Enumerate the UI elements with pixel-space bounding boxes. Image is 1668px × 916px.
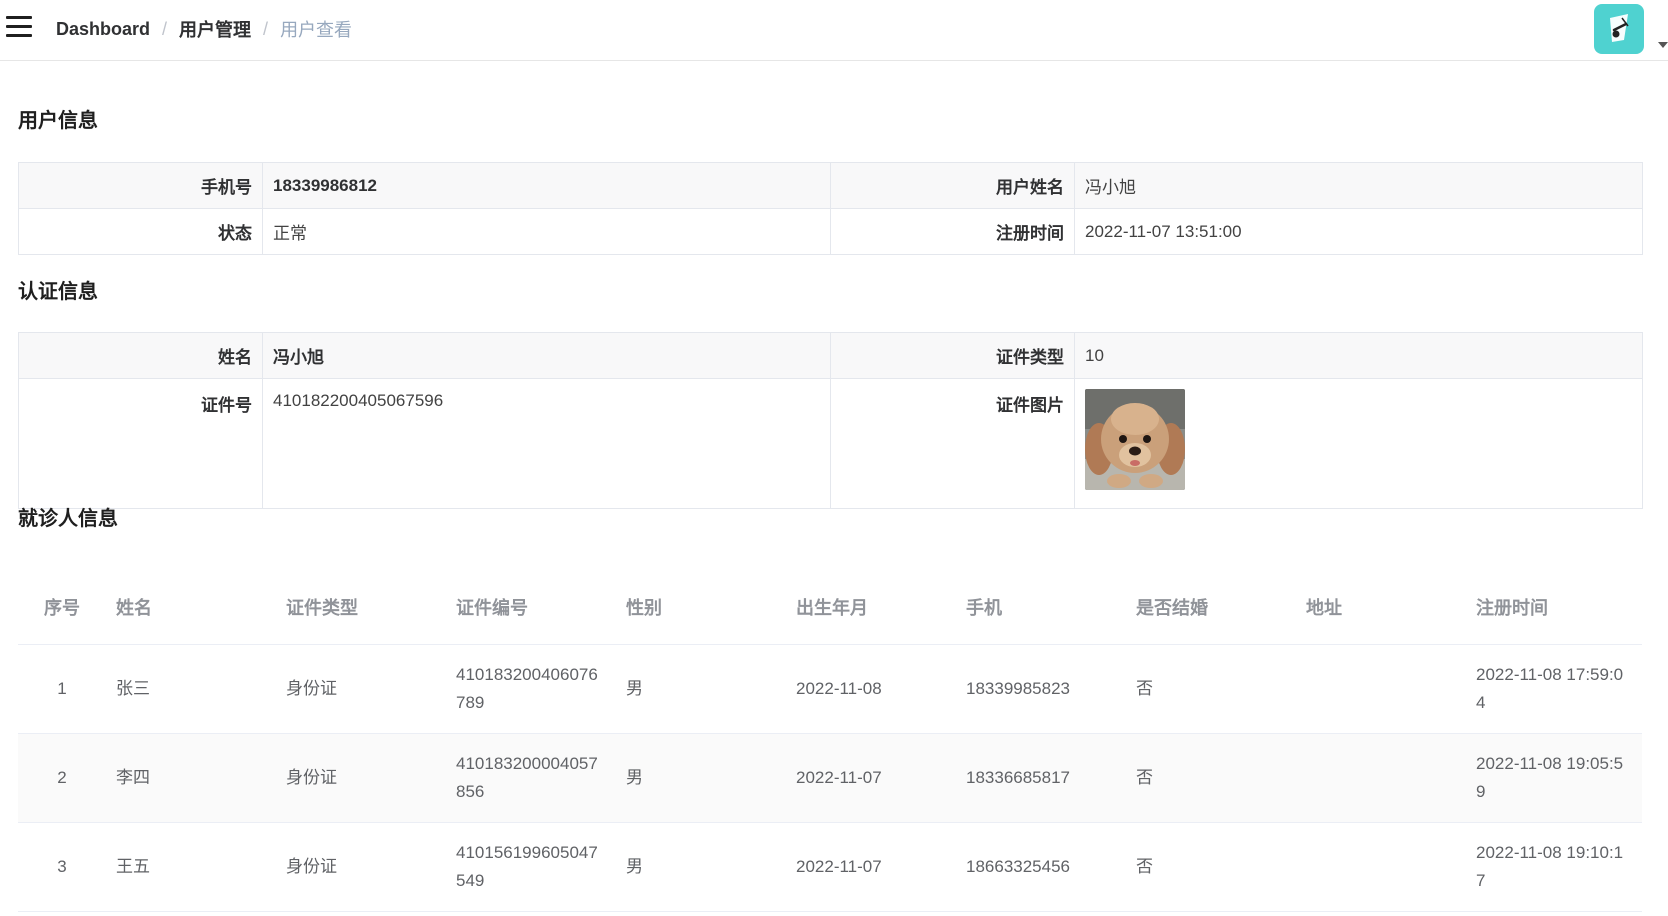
- cell-name: 张三: [106, 644, 276, 734]
- cert-no-label: 证件号: [18, 378, 263, 509]
- cell-name: 王五: [106, 822, 276, 912]
- col-address: 地址: [1296, 571, 1466, 645]
- col-cert-no: 证件编号: [446, 571, 616, 645]
- auth-info-title: 认证信息: [18, 281, 98, 303]
- cell-phone: 18663325456: [956, 822, 1126, 912]
- register-time-value: 2022-11-07 13:51:00: [1074, 208, 1643, 255]
- col-married: 是否结婚: [1126, 571, 1296, 645]
- patients-table: 序号 姓名 证件类型 证件编号 性别 出生年月 手机 是否结婚 地址 注册时间 …: [18, 571, 1642, 912]
- col-register-time: 注册时间: [1466, 571, 1642, 645]
- cell-married: 否: [1126, 733, 1296, 823]
- breadcrumb-user-management[interactable]: 用户管理: [179, 16, 251, 42]
- cell-sex: 男: [616, 733, 786, 823]
- cell-index: 2: [18, 733, 106, 823]
- status-label: 状态: [18, 208, 263, 255]
- cell-sex: 男: [616, 822, 786, 912]
- col-cert-type: 证件类型: [276, 571, 446, 645]
- col-name: 姓名: [106, 571, 276, 645]
- avatar-image: [1610, 14, 1629, 42]
- auth-info-table: 姓名 冯小旭 证件类型 10 证件号 410182200405067596 证件…: [18, 332, 1643, 509]
- cell-register-time: 2022-11-08 19:10:17: [1466, 822, 1642, 912]
- cell-sex: 男: [616, 644, 786, 734]
- user-name-label: 用户姓名: [830, 162, 1075, 209]
- id-photo[interactable]: [1085, 389, 1185, 490]
- auth-name-label: 姓名: [18, 332, 263, 379]
- cell-index: 3: [18, 822, 106, 912]
- breadcrumb: Dashboard / 用户管理 / 用户查看: [56, 16, 352, 42]
- table-row[interactable]: 2 李四 身份证 410183200004057856 男 2022-11-07…: [18, 733, 1642, 823]
- col-birth: 出生年月: [786, 571, 956, 645]
- user-menu[interactable]: [1594, 4, 1668, 58]
- breadcrumb-dashboard[interactable]: Dashboard: [56, 19, 150, 40]
- cert-image-label: 证件图片: [830, 378, 1075, 509]
- cell-married: 否: [1126, 644, 1296, 734]
- cell-married: 否: [1126, 822, 1296, 912]
- cell-address: [1296, 822, 1466, 912]
- cell-address: [1296, 644, 1466, 734]
- dog-photo: [1085, 389, 1185, 490]
- cert-type-label: 证件类型: [830, 332, 1075, 379]
- cell-cert-type: 身份证: [276, 733, 446, 823]
- col-phone: 手机: [956, 571, 1126, 645]
- cell-cert-no: 410156199605047549: [446, 822, 616, 912]
- breadcrumb-user-view: 用户查看: [280, 20, 353, 40]
- user-info-table: 手机号 18339986812 用户姓名 冯小旭 状态 正常 注册时间 2022…: [18, 162, 1643, 255]
- cell-birth: 2022-11-07: [786, 733, 956, 823]
- phone-label: 手机号: [18, 162, 263, 209]
- cell-index: 1: [18, 644, 106, 734]
- table-row[interactable]: 3 王五 身份证 410156199605047549 男 2022-11-07…: [18, 822, 1642, 912]
- user-name-value: 冯小旭: [1074, 162, 1643, 209]
- cell-cert-type: 身份证: [276, 822, 446, 912]
- col-sex: 性别: [616, 571, 786, 645]
- col-index: 序号: [18, 571, 106, 645]
- phone-value: 18339986812: [262, 162, 831, 209]
- cell-address: [1296, 733, 1466, 823]
- cell-phone: 18336685817: [956, 733, 1126, 823]
- cell-cert-no: 410183200406076789: [446, 644, 616, 734]
- register-time-label: 注册时间: [830, 208, 1075, 255]
- cell-register-time: 2022-11-08 19:05:59: [1466, 733, 1642, 823]
- status-value: 正常: [262, 208, 831, 255]
- cell-cert-no: 410183200004057856: [446, 733, 616, 823]
- auth-name-value: 冯小旭: [262, 332, 831, 379]
- table-row[interactable]: 1 张三 身份证 410183200406076789 男 2022-11-08…: [18, 644, 1642, 734]
- table-header-row: 序号 姓名 证件类型 证件编号 性别 出生年月 手机 是否结婚 地址 注册时间: [18, 571, 1642, 645]
- user-info-title: 用户信息: [18, 110, 98, 132]
- cell-cert-type: 身份证: [276, 644, 446, 734]
- breadcrumb-separator: /: [162, 18, 168, 39]
- cell-birth: 2022-11-08: [786, 644, 956, 734]
- cell-name: 李四: [106, 733, 276, 823]
- navbar: Dashboard / 用户管理 / 用户查看: [0, 0, 1668, 61]
- cell-phone: 18339985823: [956, 644, 1126, 734]
- avatar[interactable]: [1594, 4, 1644, 54]
- cell-birth: 2022-11-07: [786, 822, 956, 912]
- patients-title: 就诊人信息: [18, 508, 118, 530]
- cert-no-value: 410182200405067596: [262, 378, 831, 509]
- cert-type-value: 10: [1074, 332, 1643, 379]
- breadcrumb-separator: /: [263, 18, 269, 39]
- hamburger-icon[interactable]: [6, 16, 32, 38]
- cell-register-time: 2022-11-08 17:59:04: [1466, 644, 1642, 734]
- caret-down-icon[interactable]: [1658, 42, 1668, 48]
